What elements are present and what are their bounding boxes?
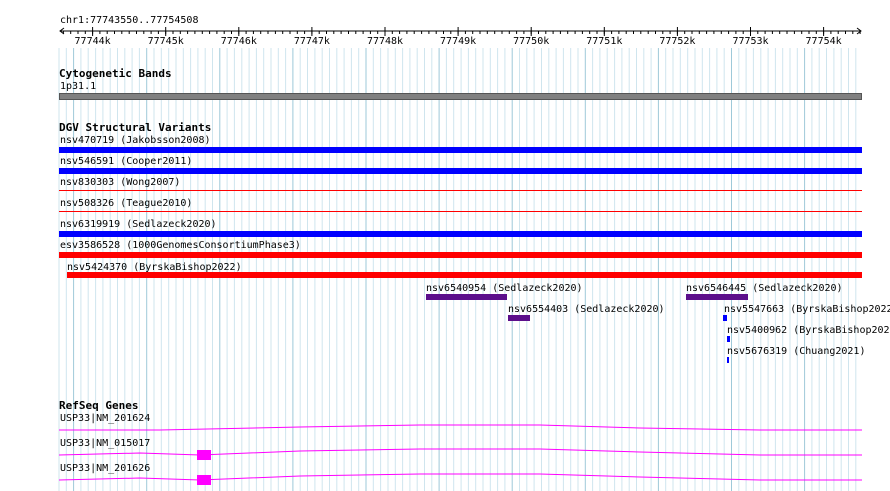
refseq-gene-track[interactable] — [0, 0, 890, 491]
gene-intron-line[interactable] — [58, 473, 862, 481]
gene-exon[interactable] — [197, 475, 211, 485]
gene-intron-line[interactable] — [59, 424, 862, 431]
gene-intron-line[interactable] — [58, 448, 862, 456]
gene-exon[interactable] — [197, 450, 211, 460]
